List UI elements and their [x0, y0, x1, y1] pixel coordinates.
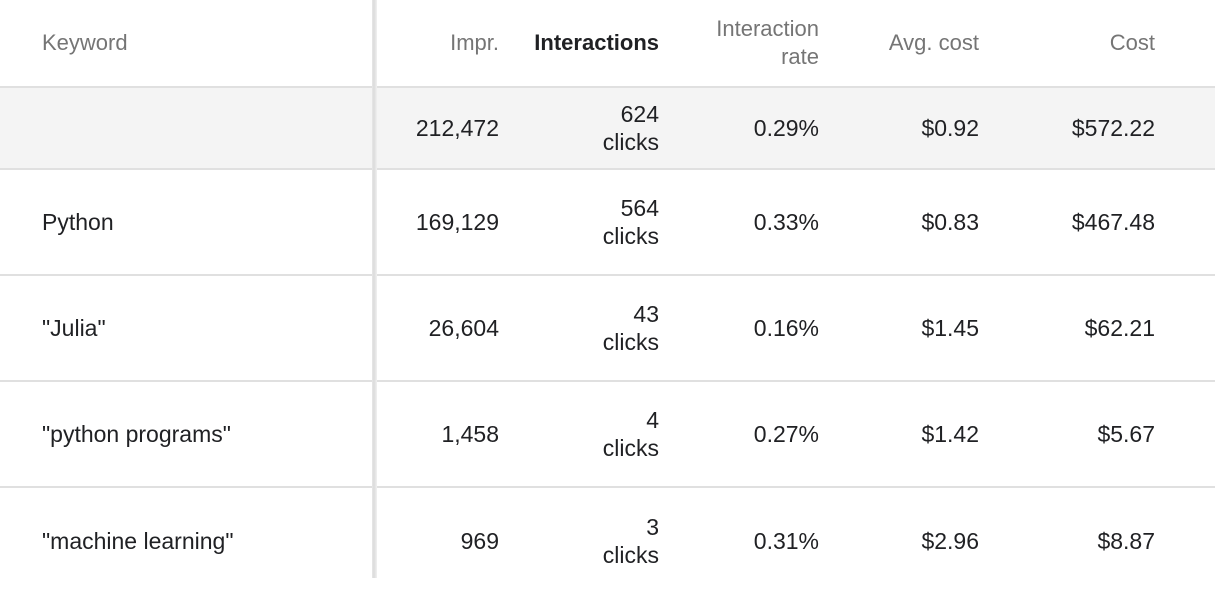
total-impr: 212,472: [415, 114, 499, 141]
row-interactions-unit: clicks: [602, 223, 659, 249]
row-interactions-unit: clicks: [602, 435, 659, 461]
row-interactions-count: 4: [646, 407, 659, 433]
row-keyword[interactable]: "python programs": [42, 382, 362, 486]
row-cost: $8.87: [1097, 527, 1155, 554]
row-avg-cost: $1.42: [921, 420, 979, 447]
header-avg-cost[interactable]: Avg. cost: [825, 0, 979, 86]
row-interactions: 564 clicks: [505, 170, 659, 274]
row-keyword[interactable]: "machine learning": [42, 488, 362, 594]
header-interactions[interactable]: Interactions: [505, 0, 659, 86]
row-impr: 169,129: [415, 208, 499, 235]
row-avg-cost: $2.96: [921, 527, 979, 554]
table-header: Keyword Impr. Interactions Interaction r…: [0, 0, 1215, 88]
total-avg-cost: $0.92: [921, 114, 979, 141]
row-impr: 26,604: [428, 314, 499, 341]
total-keyword: [42, 88, 362, 168]
table-row[interactable]: "Julia" 26,604 43 clicks 0.16% $1.45 $62…: [0, 276, 1215, 382]
row-keyword[interactable]: Python: [42, 170, 362, 274]
row-rate: 0.31%: [753, 527, 819, 554]
row-keyword[interactable]: "Julia": [42, 276, 362, 380]
row-rate: 0.33%: [753, 208, 819, 235]
total-row: 212,472 624 clicks 0.29% $0.92 $572.22: [0, 88, 1215, 170]
row-rate: 0.16%: [753, 314, 819, 341]
row-cost: $5.67: [1097, 420, 1155, 447]
column-divider[interactable]: [372, 0, 377, 578]
row-impr: 969: [460, 527, 499, 554]
row-cost: $62.21: [1084, 314, 1155, 341]
row-interactions: 4 clicks: [505, 382, 659, 486]
row-avg-cost: $0.83: [921, 208, 979, 235]
row-interactions-count: 43: [633, 301, 659, 327]
row-avg-cost: $1.45: [921, 314, 979, 341]
row-interactions-unit: clicks: [602, 329, 659, 355]
row-interactions-count: 3: [646, 514, 659, 540]
header-keyword[interactable]: Keyword: [42, 0, 362, 86]
total-interactions: 624 clicks: [505, 88, 659, 168]
row-interactions: 3 clicks: [505, 488, 659, 594]
table-row[interactable]: "python programs" 1,458 4 clicks 0.27% $…: [0, 382, 1215, 488]
header-rate-line2: rate: [781, 44, 819, 69]
header-rate-line1: Interaction: [716, 16, 819, 41]
row-interactions-unit: clicks: [602, 542, 659, 568]
header-interaction-rate[interactable]: Interaction rate: [665, 0, 819, 86]
header-impr[interactable]: Impr.: [380, 0, 499, 86]
total-interactions-count: 624: [620, 101, 659, 127]
total-cost: $572.22: [1071, 114, 1155, 141]
row-impr: 1,458: [441, 420, 499, 447]
header-cost[interactable]: Cost: [985, 0, 1155, 86]
row-interactions-count: 564: [620, 195, 659, 221]
keyword-table: Keyword Impr. Interactions Interaction r…: [0, 0, 1215, 594]
total-rate: 0.29%: [753, 114, 819, 141]
row-interactions: 43 clicks: [505, 276, 659, 380]
table-row[interactable]: Python 169,129 564 clicks 0.33% $0.83 $4…: [0, 170, 1215, 276]
row-rate: 0.27%: [753, 420, 819, 447]
table-row[interactable]: "machine learning" 969 3 clicks 0.31% $2…: [0, 488, 1215, 594]
row-cost: $467.48: [1071, 208, 1155, 235]
total-interactions-unit: clicks: [602, 129, 659, 155]
